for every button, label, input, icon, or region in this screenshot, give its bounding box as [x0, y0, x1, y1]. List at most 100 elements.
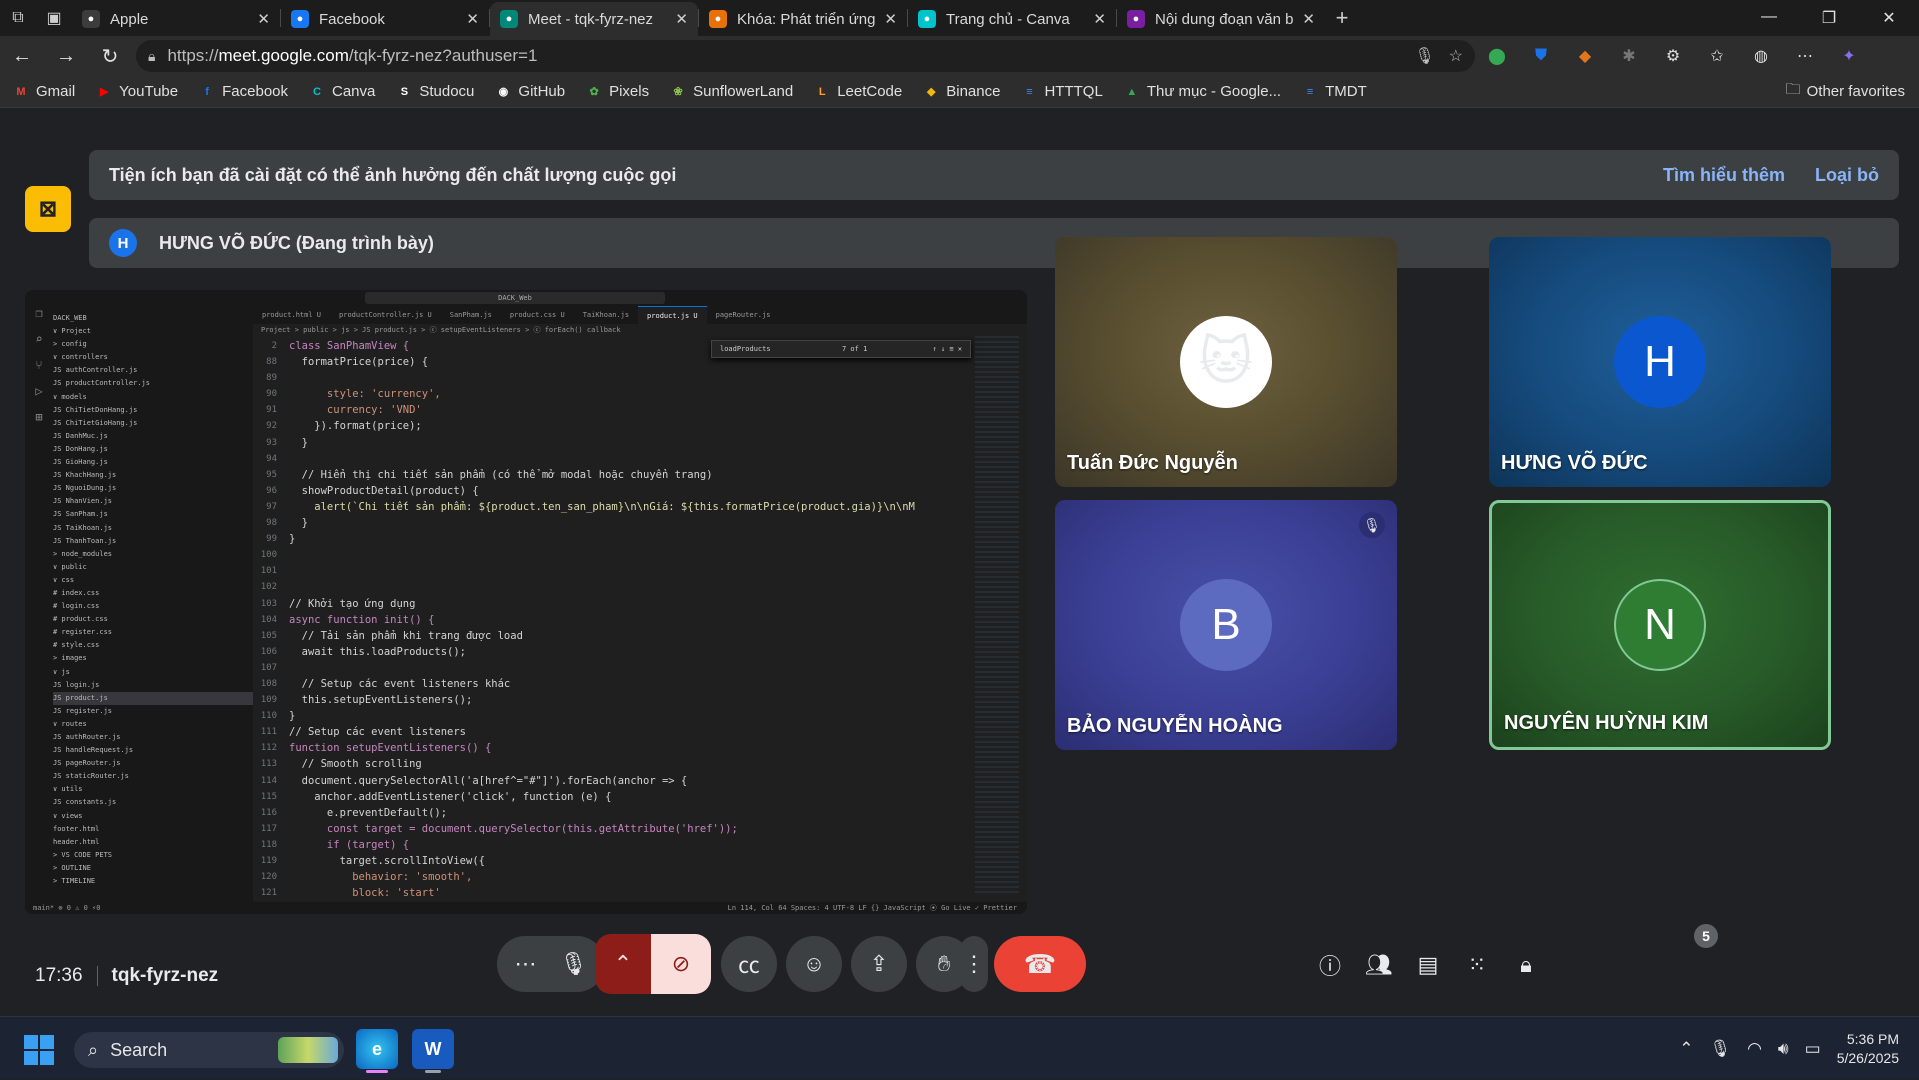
browser-tab[interactable]: ● Khóa: Phát triển ứng dụng ✕ — [699, 2, 907, 36]
taskbar-clock[interactable]: 5:36 PM 5/26/2025 — [1837, 1030, 1899, 1068]
run-debug-icon: ▷ — [35, 384, 43, 398]
camera-off-button[interactable]: ⊘ — [651, 934, 711, 994]
close-tab-icon[interactable]: ✕ — [466, 10, 479, 28]
other-favorites-label: Other favorites — [1806, 83, 1905, 100]
browser-tab[interactable]: ● Meet - tqk-fyrz-nez ✕ — [490, 2, 698, 36]
code-line: 110} — [253, 708, 1013, 724]
browser-tab[interactable]: ● Nội dung đoạn văn bản củ ✕ — [1117, 2, 1325, 36]
maximize-icon[interactable]: ❐ — [1799, 8, 1859, 28]
bookmark-item[interactable]: ▶ YouTube — [95, 83, 178, 101]
vscode-explorer: DACK_WEB ∨ Project > config ∨ controllers… — [53, 306, 253, 902]
bookmark-item[interactable]: ◆ Binance — [922, 83, 1000, 101]
bookmark-label: TMDT — [1325, 83, 1367, 100]
volume-icon[interactable]: 🔊︎ — [1778, 1039, 1789, 1059]
metamask-icon[interactable]: ◆ — [1563, 36, 1607, 76]
explorer-item: JS KhachHang.js — [53, 471, 117, 480]
mic-in-use-icon[interactable]: 🎙︎ — [1414, 46, 1434, 66]
line-number: 111 — [260, 727, 277, 738]
bookmark-item[interactable]: S Studocu — [395, 83, 475, 101]
address-bar[interactable]: 🔒︎ https://meet.google.com/tqk-fyrz-nez?… — [136, 40, 1475, 72]
code-text: // Setup các event listeners — [289, 726, 467, 739]
camera-options-button[interactable]: ⌃ — [595, 934, 651, 994]
word-taskbar-icon[interactable]: W — [412, 1029, 454, 1073]
captions-button[interactable]: ㏄ — [721, 936, 777, 992]
microphone-icon[interactable]: 🎙︎ — [560, 951, 588, 977]
participant-tile-1[interactable]: 🐱︎ Tuấn Đức Nguyễn — [1055, 237, 1397, 487]
site-info-icon[interactable]: 🔒︎ — [148, 48, 155, 65]
bookmark-item[interactable]: M Gmail — [12, 83, 75, 101]
meeting-details-icon[interactable]: ⓘ — [1313, 948, 1347, 982]
activities-icon[interactable]: ⁙ — [1460, 948, 1494, 982]
taskbar-search[interactable]: ⌕ Search — [74, 1032, 344, 1068]
new-tab-button[interactable]: + — [1325, 5, 1359, 31]
participant-tile-3[interactable]: 🎙︎ B BẢO NGUYỄN HOÀNG — [1055, 500, 1397, 750]
bookmark-item[interactable]: ≡ TMDT — [1301, 83, 1367, 101]
extension-shield-icon[interactable]: ⛊ — [1519, 36, 1563, 76]
presentation-off-icon[interactable]: ⊠ — [25, 186, 71, 232]
search-highlight-art — [278, 1037, 338, 1063]
extensions-icon[interactable]: ⚙ — [1651, 36, 1695, 76]
audio-options-icon[interactable]: ⋯ — [515, 951, 537, 977]
bookmark-item[interactable]: ❀ SunflowerLand — [669, 83, 794, 101]
code-line: 107 — [253, 660, 1013, 676]
browser-tab[interactable]: ● Facebook ✕ — [281, 2, 489, 36]
mic-muted-icon: 🎙︎ — [1359, 512, 1385, 538]
bookmark-item[interactable]: C Canva — [308, 83, 375, 101]
close-tab-icon[interactable]: ✕ — [1093, 10, 1106, 28]
extension-puzzle-gray-icon[interactable]: ✱ — [1607, 36, 1651, 76]
close-tab-icon[interactable]: ✕ — [884, 10, 897, 28]
search-icon: ⌕ — [88, 1039, 99, 1060]
more-menu-icon[interactable]: ⋯ — [1783, 36, 1827, 76]
back-button[interactable]: ← — [0, 36, 44, 76]
participant-tile-2[interactable]: H HƯNG VÕ ĐỨC — [1489, 237, 1831, 487]
battery-icon[interactable]: ▭ — [1805, 1039, 1821, 1059]
participant-avatar: H — [1614, 316, 1706, 408]
bookmark-item[interactable]: ≡ HTTTQL — [1020, 83, 1103, 101]
bookmark-item[interactable]: ✿ Pixels — [585, 83, 649, 101]
bookmark-item[interactable]: ◉ GitHub — [494, 83, 566, 101]
copilot-icon[interactable]: ✦ — [1827, 36, 1871, 76]
favorites-icon[interactable]: ✩ — [1695, 36, 1739, 76]
present-screen-button[interactable]: ⇪ — [851, 936, 907, 992]
forward-button[interactable]: → — [44, 36, 88, 76]
bookmark-item[interactable]: f Facebook — [198, 83, 288, 101]
code-line: 91 currency: 'VND' — [253, 402, 1013, 418]
close-tab-icon[interactable]: ✕ — [1302, 10, 1315, 28]
bookmark-label: SunflowerLand — [693, 83, 794, 100]
people-icon[interactable]: 👥︎ — [1362, 948, 1396, 982]
mic-tray-icon[interactable]: 🎙︎ — [1709, 1039, 1731, 1059]
bookmark-item[interactable]: L LeetCode — [813, 83, 902, 101]
close-tab-icon[interactable]: ✕ — [257, 10, 270, 28]
edge-taskbar-icon[interactable]: e — [356, 1029, 398, 1073]
start-button-icon[interactable] — [24, 1035, 54, 1065]
explorer-item: JS authRouter.js — [53, 733, 121, 741]
reload-button[interactable]: ↻ — [88, 36, 132, 76]
line-number: 117 — [260, 823, 277, 834]
close-tab-icon[interactable]: ✕ — [675, 10, 688, 28]
participant-tile-4[interactable]: N NGUYÊN HUỲNH KIM — [1489, 500, 1831, 750]
chat-icon[interactable]: ▤ — [1411, 948, 1445, 982]
host-controls-icon[interactable]: 🔒︎ — [1509, 948, 1543, 982]
workspaces-icon[interactable]: ⧉ — [0, 0, 36, 36]
reactions-button[interactable]: ☺ — [786, 936, 842, 992]
other-favorites[interactable]: 🗀 Other favorites — [1786, 79, 1905, 104]
leave-call-button[interactable]: ☎︎ — [994, 936, 1086, 992]
find-text: loadProducts — [720, 345, 771, 353]
show-hidden-icons-icon[interactable]: ⌃ — [1679, 1039, 1693, 1059]
wifi-icon[interactable]: ◠ — [1747, 1039, 1762, 1059]
profile-avatar-icon[interactable]: ◍ — [1739, 36, 1783, 76]
learn-more-link[interactable]: Tìm hiểu thêm — [1663, 165, 1785, 186]
bookmark-label: Gmail — [36, 83, 76, 100]
browser-tab[interactable]: ● Trang chủ - Canva ✕ — [908, 2, 1116, 36]
bookmark-item[interactable]: ▲ Thư mục - Google... — [1123, 83, 1281, 101]
more-options-button[interactable]: ⋮ — [960, 936, 988, 992]
minimize-icon[interactable]: — — [1739, 8, 1799, 28]
close-window-icon[interactable]: ✕ — [1859, 8, 1919, 28]
extension-leaf-icon[interactable]: ⬤ — [1475, 36, 1519, 76]
dismiss-link[interactable]: Loại bỏ — [1815, 165, 1879, 186]
tab-actions-icon[interactable]: ▣ — [36, 0, 72, 36]
tab-title: Facebook — [319, 10, 385, 28]
favorite-star-icon[interactable]: ☆ — [1449, 46, 1463, 66]
browser-tab[interactable]: ● Apple ✕ — [72, 2, 280, 36]
meet-stage: Tiện ích bạn đã cài đặt có thể ảnh hưởng… — [5, 108, 1914, 1016]
